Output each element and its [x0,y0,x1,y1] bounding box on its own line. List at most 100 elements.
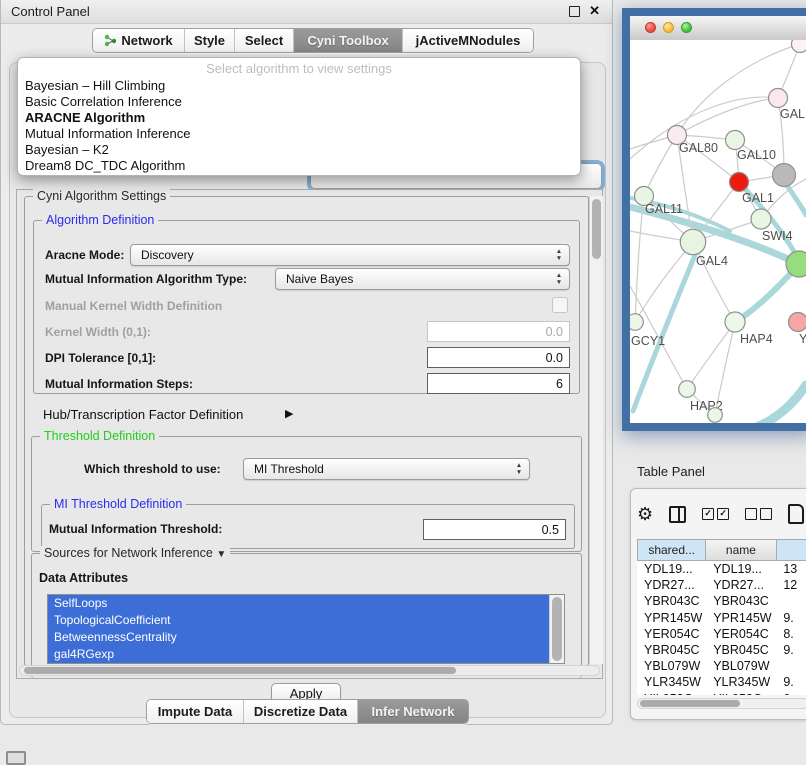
table-cell[interactable]: 13 [776,561,806,577]
table-row[interactable]: YBL079WYBL079W [637,658,806,674]
hub-definition-label[interactable]: Hub/Transcription Factor Definition [43,407,243,422]
network-node[interactable] [773,164,796,187]
table-cell[interactable]: YDR27... [706,577,776,593]
network-graph[interactable]: GALGAL80GAL10GAL1GAL11SWI4GAL4GCY1HAP4YH… [630,40,806,423]
table-cell[interactable]: YER054C [637,626,706,642]
deselect-all-columns-icon[interactable] [745,508,772,520]
table-row[interactable]: YBR045CYBR045C9. [637,642,806,658]
mi-steps-field[interactable]: 6 [427,373,570,394]
menu-item-basic-correlation[interactable]: Basic Correlation Inference [25,94,573,110]
table-cell[interactable]: YER054C [706,626,776,642]
list-item[interactable]: gal4RGexp [48,646,550,663]
network-window-titlebar[interactable] [630,16,806,41]
network-node[interactable] [730,173,749,192]
table-cell[interactable]: YBR045C [706,642,776,658]
split-columns-icon[interactable] [669,506,686,523]
column-header-name[interactable]: name [706,539,776,561]
table-cell[interactable]: YDL19... [637,561,706,577]
table-row[interactable]: YER054CYER054C8. [637,626,806,642]
settings-hscroll-thumb[interactable] [24,667,456,674]
network-edge[interactable] [786,184,806,215]
manual-kernel-width-checkbox[interactable] [552,297,568,313]
mi-threshold-field[interactable]: 0.5 [423,519,566,540]
grid-icon[interactable] [6,751,26,765]
table-cell[interactable]: YBR043C [706,593,776,609]
menu-item-bayesian-k2[interactable]: Bayesian – K2 [25,142,573,158]
network-node[interactable] [725,312,745,332]
table-cell[interactable]: YDL19... [706,561,776,577]
tab-discretize-data[interactable]: Discretize Data [244,700,358,723]
float-window-icon[interactable] [569,6,580,17]
table-row[interactable]: YDR27...YDR27...12 [637,577,806,593]
table-cell[interactable] [776,658,806,674]
tab-impute-data[interactable]: Impute Data [147,700,244,723]
table-row[interactable]: YIL052CYIL052C0. [637,691,806,696]
table-hscroll-thumb[interactable] [640,700,740,707]
network-node[interactable] [726,131,745,150]
table-cell[interactable]: YDR27... [637,577,706,593]
list-item[interactable]: SelfLoops [48,595,550,612]
select-all-columns-icon[interactable]: ✓ ✓ [702,508,729,520]
kernel-width-field[interactable]: 0.0 [427,321,570,342]
column-header-partial[interactable] [777,539,806,561]
document-icon[interactable] [788,504,804,524]
settings-vertical-scrollbar[interactable] [589,196,603,664]
network-node[interactable] [630,314,643,331]
table-horizontal-scrollbar[interactable] [637,698,806,709]
list-vscroll-thumb[interactable] [552,597,562,661]
table-cell[interactable]: YIL052C [706,691,776,696]
network-node[interactable] [680,229,705,254]
tab-select[interactable]: Select [235,29,294,52]
table-row[interactable]: YDL19...YDL19...13 [637,561,806,577]
network-node[interactable] [679,381,696,398]
tab-network[interactable]: Network [93,29,185,52]
data-attributes-list[interactable]: SelfLoops TopologicalCoefficient Between… [47,594,565,664]
table-cell[interactable]: YBL079W [637,658,706,674]
network-edge[interactable] [644,135,677,196]
table-cell[interactable]: 9. [776,610,806,626]
table-cell[interactable]: 8. [776,626,806,642]
settings-horizontal-scrollbar[interactable] [19,665,600,676]
table-cell[interactable]: 12 [776,577,806,593]
gear-icon[interactable]: ⚙ [637,505,653,523]
zoom-traffic-light-icon[interactable] [681,22,692,33]
table-cell[interactable]: YBR045C [637,642,706,658]
table-cell[interactable]: YLR345W [706,674,776,690]
table-cell[interactable]: 9. [776,642,806,658]
close-traffic-light-icon[interactable] [645,22,656,33]
table-cell[interactable]: YLR345W [637,674,706,690]
table-row[interactable]: YLR345WYLR345W9. [637,674,806,690]
menu-item-aracne[interactable]: ARACNE Algorithm [25,110,573,126]
table-row[interactable]: YPR145WYPR145W9. [637,610,806,626]
network-node[interactable] [751,209,771,229]
close-icon[interactable]: ✕ [589,3,600,19]
network-node[interactable] [769,89,788,108]
network-node[interactable] [792,40,806,53]
expand-right-icon[interactable]: ▶ [285,407,293,420]
column-header-shared-name[interactable]: shared... [637,539,706,561]
tab-infer-network[interactable]: Infer Network [358,700,468,723]
tab-jactivemnodules[interactable]: jActiveMNodules [403,29,533,52]
collapse-down-icon[interactable]: ▼ [216,549,226,560]
dpi-tolerance-field[interactable]: 0.0 [427,347,570,368]
table-cell[interactable]: 9. [776,674,806,690]
table-cell[interactable]: YBR043C [637,593,706,609]
list-item[interactable]: BetweennessCentrality [48,629,550,646]
tab-style[interactable]: Style [185,29,235,52]
list-item[interactable]: TopologicalCoefficient [48,612,550,629]
tab-cyni-toolbox[interactable]: Cyni Toolbox [294,29,403,52]
settings-vscroll-thumb[interactable] [592,199,601,259]
network-edge[interactable] [752,385,806,423]
menu-item-bayesian-hill-climbing[interactable]: Bayesian – Hill Climbing [25,78,573,94]
table-cell[interactable]: 0. [776,691,806,696]
network-node[interactable] [708,408,723,423]
which-threshold-combobox[interactable]: MI Threshold ▲▼ [243,458,530,480]
menu-item-dream8[interactable]: Dream8 DC_TDC Algorithm [25,158,573,174]
table-cell[interactable]: YBL079W [706,658,776,674]
network-node[interactable] [789,313,806,332]
table-cell[interactable]: YPR145W [706,610,776,626]
control-panel-titlebar[interactable]: Control Panel ✕ [1,0,612,24]
aracne-mode-combobox[interactable]: Discovery ▲▼ [130,244,570,266]
mi-algorithm-type-combobox[interactable]: Naive Bayes ▲▼ [275,268,570,290]
network-canvas[interactable]: GALGAL80GAL10GAL1GAL11SWI4GAL4GCY1HAP4YH… [630,40,806,423]
